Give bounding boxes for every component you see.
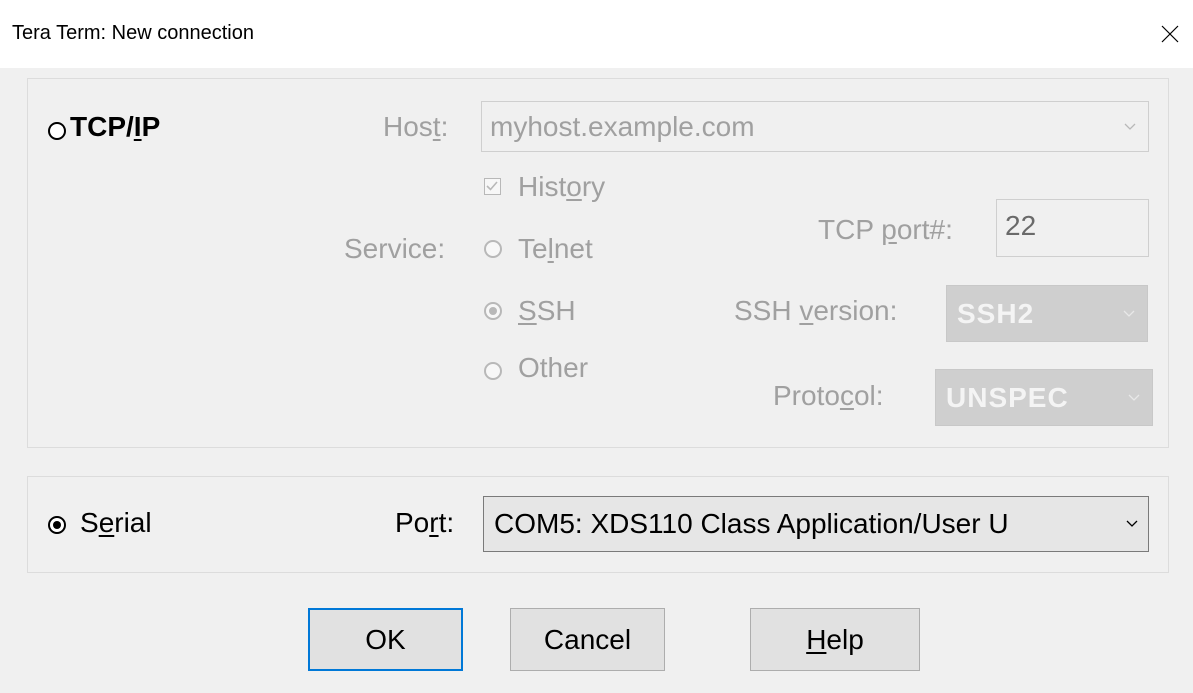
tcp-port-value: 22	[1005, 210, 1037, 241]
tcp-port-label: TCP port#:	[818, 214, 953, 245]
chevron-down-icon	[1124, 123, 1136, 130]
ssh-version-value: SSH2	[957, 297, 1035, 329]
protocol-select[interactable]: UNSPEC	[935, 369, 1153, 426]
serial-radio-label[interactable]: Serial	[80, 507, 152, 539]
chevron-down-icon	[1126, 520, 1138, 527]
host-combobox[interactable]: myhost.example.com	[481, 101, 1149, 152]
tcpip-radio[interactable]	[48, 122, 66, 140]
host-value: myhost.example.com	[490, 110, 755, 142]
close-icon	[1161, 25, 1179, 43]
history-checkbox[interactable]	[484, 178, 501, 195]
chevron-down-icon	[1128, 394, 1140, 401]
window-title: Tera Term: New connection	[12, 22, 254, 44]
ssh-label[interactable]: SSH	[518, 295, 576, 327]
host-label: Host:	[383, 111, 449, 142]
protocol-value: UNSPEC	[946, 381, 1069, 413]
cancel-button-label: Cancel	[543, 623, 632, 655]
port-label: Port:	[395, 507, 455, 538]
serial-radio[interactable]	[48, 516, 66, 534]
telnet-radio[interactable]	[484, 240, 502, 258]
other-radio[interactable]	[484, 362, 502, 380]
ssh-radio[interactable]	[484, 302, 502, 320]
other-label[interactable]: Other	[518, 352, 588, 384]
title-bar: Tera Term: New connection	[0, 0, 1193, 68]
close-button[interactable]	[1147, 0, 1193, 68]
ssh-version-select[interactable]: SSH2	[946, 285, 1148, 342]
tcpip-radio-label[interactable]: TCP/IP	[70, 111, 160, 143]
cancel-button[interactable]: Cancel	[510, 608, 665, 671]
chevron-down-icon	[1123, 310, 1135, 317]
port-value: COM5: XDS110 Class Application/User U	[494, 508, 1009, 539]
telnet-label[interactable]: Telnet	[518, 233, 593, 265]
ok-button-label: OK	[365, 623, 406, 655]
ok-button[interactable]: OK	[308, 608, 463, 671]
help-button-label: Help	[806, 623, 864, 655]
port-select[interactable]: COM5: XDS110 Class Application/User U	[483, 496, 1149, 552]
protocol-label: Protocol:	[773, 380, 884, 411]
history-label[interactable]: History	[518, 171, 605, 203]
checkmark-icon	[486, 181, 498, 191]
service-label: Service:	[344, 233, 446, 264]
ssh-version-label: SSH version:	[734, 295, 898, 326]
tcp-port-input[interactable]: 22	[996, 199, 1149, 257]
help-button[interactable]: Help	[750, 608, 920, 671]
